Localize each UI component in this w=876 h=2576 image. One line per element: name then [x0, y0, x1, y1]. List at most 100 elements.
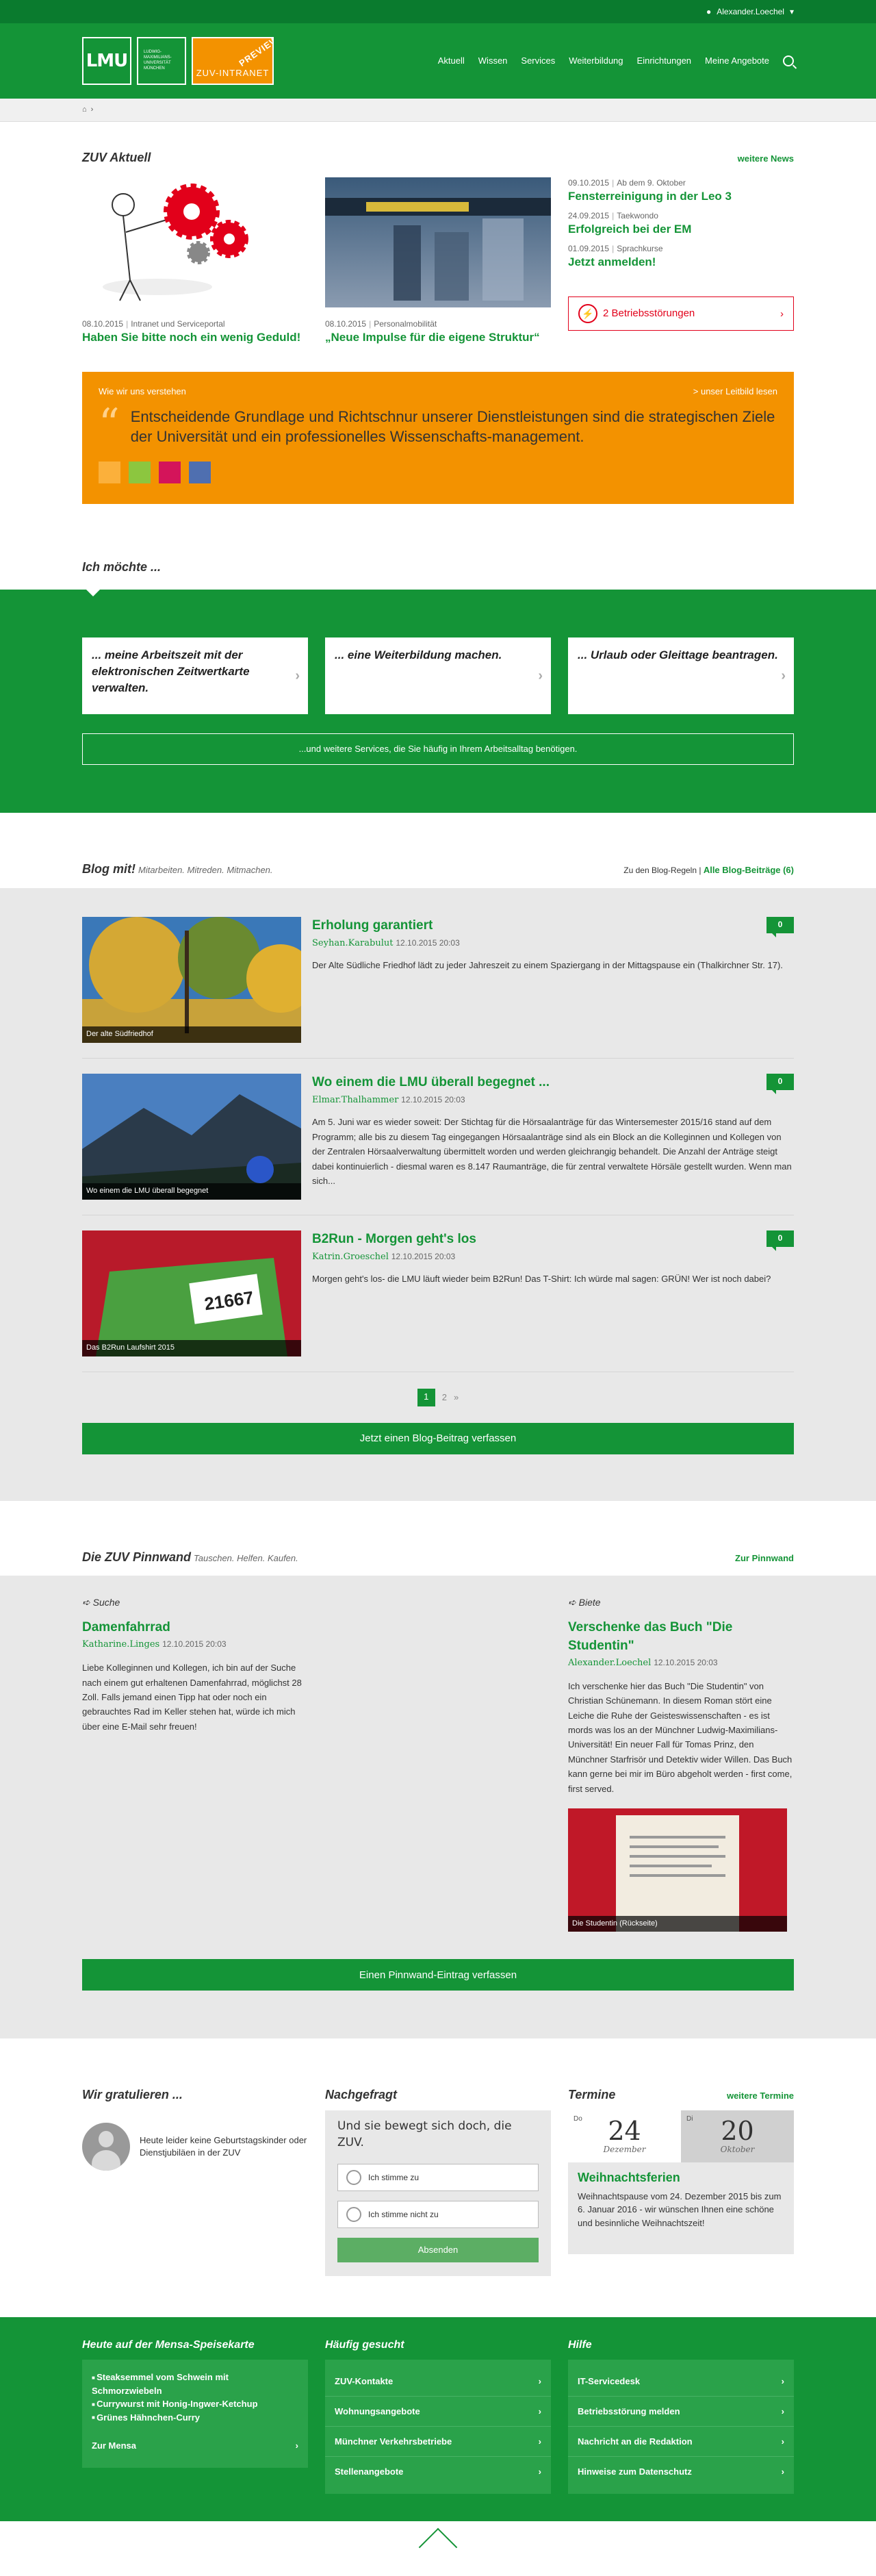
- blog-rules-link[interactable]: Zu den Blog-Regeln: [623, 866, 697, 875]
- pin-author[interactable]: Katharine.Linges: [82, 1639, 159, 1650]
- write-pinboard-button[interactable]: Einen Pinnwand-Eintrag verfassen: [82, 1959, 794, 1991]
- day: 20: [721, 2116, 754, 2147]
- poll-option-disagree[interactable]: Ich stimme nicht zu: [337, 2201, 539, 2229]
- footer-link[interactable]: Nachricht an die Redaktion ›: [568, 2427, 794, 2458]
- blog-title[interactable]: Erholung garantiert: [312, 917, 794, 935]
- section-title: Wir gratulieren ...: [82, 2088, 183, 2102]
- footer-link[interactable]: IT-Servicedesk ›: [568, 2366, 794, 2397]
- logo-group[interactable]: LMU LUDWIG- MAXIMILIANS- UNIVERSITÄT MÜN…: [82, 37, 274, 85]
- smiley-icon: [346, 2170, 361, 2186]
- event-title[interactable]: Weihnachtsferien: [568, 2162, 794, 2189]
- search-icon[interactable]: [783, 55, 794, 66]
- footer-heading: Häufig gesucht: [325, 2339, 404, 2351]
- more-events-link[interactable]: weitere Termine: [727, 2090, 794, 2102]
- blog-title[interactable]: B2Run - Morgen geht's los: [312, 1230, 794, 1249]
- news-title[interactable]: Erfolgreich bei der EM: [568, 222, 794, 236]
- service-card[interactable]: ... Urlaub oder Gleittage beantragen. ›: [568, 637, 794, 715]
- comment-count[interactable]: 0: [766, 1230, 794, 1251]
- blog-title[interactable]: Wo einem die LMU überall begegnet ...: [312, 1074, 794, 1092]
- footer-heading: Hilfe: [568, 2339, 592, 2351]
- gears-illustration: [82, 177, 308, 308]
- nav-services[interactable]: Services: [521, 55, 555, 67]
- footer-link[interactable]: Hinweise zum Datenschutz ›: [568, 2457, 794, 2487]
- zuv-intranet-logo[interactable]: PREVIEW ZUV-INTRANET: [192, 37, 274, 85]
- back-to-top[interactable]: [0, 2521, 876, 2567]
- news-list-item[interactable]: 24.09.2015 | Taekwondo Erfolgreich bei der…: [568, 210, 794, 236]
- blog-post[interactable]: 21667 Das B2Run Laufshirt 2015 B2Run - M…: [82, 1215, 794, 1372]
- user-menu[interactable]: Alexander.Loechel: [717, 6, 784, 18]
- news-list-item[interactable]: 01.09.2015 | Sprachkurse Jetzt anmelden!: [568, 243, 794, 269]
- footer-link[interactable]: Wohnungsangebote ›: [325, 2397, 551, 2427]
- news-teaser[interactable]: 08.10.2015 | Intranet und Serviceportal Ha…: [82, 177, 308, 344]
- page-1[interactable]: 1: [417, 1388, 435, 1406]
- pin-text: Ich verschenke hier das Buch "Die Studen…: [568, 1680, 793, 1794]
- blog-author[interactable]: Katrin.Groeschel: [312, 1252, 389, 1262]
- nav-meine-angebote[interactable]: Meine Angebote: [705, 55, 769, 67]
- comment-count[interactable]: 0: [766, 916, 794, 937]
- news-title[interactable]: „Neue Impulse für die eigene Struktur“: [325, 330, 551, 344]
- service-card[interactable]: ... meine Arbeitszeit mit der elektronis…: [82, 637, 308, 715]
- footer-link[interactable]: ZUV-Kontakte ›: [325, 2366, 551, 2397]
- home-icon[interactable]: ⌂: [82, 105, 87, 115]
- blog-author[interactable]: Elmar.Thalhammer: [312, 1095, 398, 1105]
- service-card-label: ... eine Weiterbildung machen.: [335, 648, 502, 662]
- pin-title[interactable]: Verschenke das Buch "Die Studentin": [568, 1619, 794, 1655]
- pinboard-item[interactable]: ➪ Biete Verschenke das Buch "Die Student…: [568, 1596, 794, 1932]
- news-date: 24.09.2015: [568, 211, 610, 221]
- nav-weiterbildung[interactable]: Weiterbildung: [569, 55, 623, 67]
- chevron-up-icon[interactable]: [418, 2528, 458, 2567]
- all-posts-link[interactable]: Alle Blog-Beiträge (6): [704, 865, 794, 875]
- pin-kind: Suche: [92, 1596, 120, 1608]
- footer-link[interactable]: Münchner Verkehrsbetriebe ›: [325, 2427, 551, 2458]
- poll-option-label: Ich stimme nicht zu: [368, 2209, 439, 2219]
- month: Oktober: [720, 2145, 755, 2155]
- page-2[interactable]: 2: [442, 1389, 447, 1406]
- color-square: [189, 462, 211, 484]
- comment-count[interactable]: 0: [766, 1073, 794, 1094]
- more-services-button[interactable]: ...und weitere Services, die Sie häufig …: [82, 733, 794, 766]
- news-title[interactable]: Fensterreinigung in der Leo 3: [568, 189, 794, 203]
- pin-title[interactable]: Damenfahrrad: [82, 1619, 308, 1637]
- nav-aktuell[interactable]: Aktuell: [438, 55, 465, 67]
- nav-einrichtungen[interactable]: Einrichtungen: [637, 55, 692, 67]
- zuv-aktuell-section: ZUV Aktuell weitere News 08.10.2015 | In…: [0, 122, 876, 531]
- section-title: ZUV Aktuell: [82, 151, 151, 164]
- blog-post[interactable]: Der alte Südfriedhof Erholung garantiert…: [82, 902, 794, 1059]
- blog-section: Blog mit! Mitarbeiten. Mitreden. Mitmache…: [0, 813, 876, 1501]
- next-page[interactable]: »: [454, 1389, 459, 1406]
- uni-line: LUDWIG-: [144, 50, 162, 55]
- news-title[interactable]: Jetzt anmelden!: [568, 255, 794, 269]
- pin-author[interactable]: Alexander.Loechel: [568, 1658, 651, 1668]
- blog-author[interactable]: Seyhan.Karabulut: [312, 938, 393, 948]
- footer-link[interactable]: Stellenangebote ›: [325, 2457, 551, 2487]
- university-logo[interactable]: LUDWIG- MAXIMILIANS- UNIVERSITÄT MÜNCHEN: [137, 37, 186, 85]
- poll-submit-button[interactable]: Absenden: [337, 2238, 539, 2263]
- nav-wissen[interactable]: Wissen: [478, 55, 508, 67]
- chevron-right-icon: ›: [781, 668, 786, 684]
- lmu-logo[interactable]: LMU: [82, 37, 131, 85]
- pagination: 1 2 »: [82, 1372, 794, 1423]
- service-card[interactable]: ... eine Weiterbildung machen. ›: [325, 637, 551, 715]
- frequently-searched-box: Häufig gesucht ZUV-Kontakte › Wohnungsang…: [325, 2338, 551, 2495]
- poll-option-label: Ich stimme zu: [368, 2172, 420, 2182]
- news-teaser[interactable]: 08.10.2015 | Personalmobilität „Neue Impul…: [325, 177, 551, 344]
- info-section: Wir gratulieren ... Heute leider keine G…: [0, 2038, 876, 2317]
- news-list-item[interactable]: 09.10.2015 | Ab dem 9. Oktober Fensterrein…: [568, 177, 794, 203]
- poll-option-agree[interactable]: Ich stimme zu: [337, 2164, 539, 2192]
- mission-link[interactable]: > unser Leitbild lesen: [693, 386, 777, 398]
- blog-post[interactable]: Wo einem die LMU überall begegnet Wo ein…: [82, 1059, 794, 1215]
- pinnwand-section: Die ZUV Pinnwand Tauschen. Helfen. Kaufen…: [0, 1501, 876, 2039]
- footer-link[interactable]: Betriebsstörung melden ›: [568, 2397, 794, 2427]
- event-card[interactable]: Do 24 Dezember Di 20 Oktober Weihnachtsf…: [568, 2110, 794, 2255]
- blog-date: 12.10.2015 20:03: [391, 1252, 456, 1262]
- news-title[interactable]: Haben Sie bitte noch ein wenig Geduld!: [82, 330, 308, 344]
- outage-label: 2 Betriebsstörungen: [603, 307, 695, 320]
- chevron-down-icon[interactable]: ▾: [790, 6, 794, 18]
- pinnwand-link[interactable]: Zur Pinnwand: [735, 1552, 794, 1565]
- outage-alert[interactable]: ⚡ 2 Betriebsstörungen ›: [568, 296, 794, 331]
- more-news-link[interactable]: weitere News: [738, 153, 794, 165]
- menu-item: Currywurst mit Honig-Ingwer-Ketchup: [92, 2397, 298, 2411]
- write-blog-button[interactable]: Jetzt einen Blog-Beitrag verfassen: [82, 1422, 794, 1454]
- mensa-link[interactable]: Zur Mensa ›: [82, 2431, 308, 2461]
- pinboard-item[interactable]: ➪ Suche Damenfahrrad Katharine.Linges 12…: [82, 1596, 308, 1932]
